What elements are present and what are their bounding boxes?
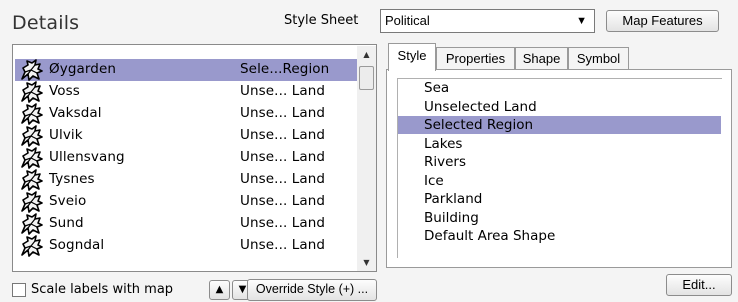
region-name: Øygarden: [49, 61, 117, 77]
scale-labels-checkbox[interactable]: [12, 283, 26, 297]
style-item[interactable]: Ice: [398, 172, 721, 190]
style-item[interactable]: Building: [398, 209, 721, 227]
region-style: Unse... Land: [240, 149, 326, 165]
region-shape-icon: [19, 213, 45, 235]
region-row[interactable]: Sveio Unse... Land: [15, 191, 357, 213]
region-style: Unse... Land: [240, 83, 326, 99]
region-name: Vaksdal: [49, 105, 102, 121]
region-row[interactable]: Tysnes Unse... Land: [15, 169, 357, 191]
style-sheet-label: Style Sheet: [284, 13, 359, 28]
style-item[interactable]: Lakes: [398, 135, 721, 153]
scroll-down-icon[interactable]: ▼: [357, 254, 376, 271]
region-shape-icon: [19, 191, 45, 213]
scroll-up-icon[interactable]: ▲: [357, 46, 376, 63]
style-sheet-value: Political: [385, 13, 430, 28]
move-up-button[interactable]: ▲: [209, 280, 230, 300]
region-style: Unse... Land: [240, 127, 326, 143]
region-row[interactable]: Ulvik Unse... Land: [15, 125, 357, 147]
region-name: Sogndal: [49, 237, 105, 253]
override-style-button[interactable]: Override Style (+) ...: [247, 279, 377, 301]
region-name: Sund: [49, 215, 84, 231]
style-item[interactable]: Sea: [398, 79, 721, 97]
region-name: Ulvik: [49, 127, 83, 143]
style-item[interactable]: Unselected Land: [398, 98, 721, 116]
tab-properties[interactable]: Properties: [436, 47, 515, 70]
region-row[interactable]: Voss Unse... Land: [15, 81, 357, 103]
region-name: Sveio: [49, 193, 87, 209]
panel-title: Details: [12, 12, 80, 34]
style-item[interactable]: Selected Region: [398, 116, 721, 134]
region-row[interactable]: Sogndal Unse... Land: [15, 235, 357, 257]
region-shape-icon: [19, 103, 45, 125]
region-shape-icon: [19, 125, 45, 147]
chevron-down-icon: ▼: [576, 15, 587, 27]
scale-labels-label: Scale labels with map: [31, 282, 174, 297]
tab-shape[interactable]: Shape: [515, 47, 568, 70]
region-shape-icon: [19, 147, 45, 169]
region-shape-icon: [19, 81, 45, 103]
region-style: Unse... Land: [240, 171, 326, 187]
region-name: Voss: [49, 83, 80, 99]
style-item[interactable]: Rivers: [398, 153, 721, 171]
detail-tabs: Style Properties Shape Symbol: [386, 43, 736, 71]
style-item[interactable]: Parkland: [398, 190, 721, 208]
region-style: Sele...Region: [240, 61, 330, 77]
details-panel: Details Style Sheet Political ▼ Map Feat…: [0, 0, 738, 302]
region-row[interactable]: Ullensvang Unse... Land: [15, 147, 357, 169]
region-name: Tysnes: [49, 171, 95, 187]
region-style: Unse... Land: [240, 215, 326, 231]
style-list[interactable]: Sea Unselected Land Selected Region Lakes Ri…: [397, 78, 722, 258]
region-style: Unse... Land: [240, 105, 326, 121]
style-tab-panel: Sea Unselected Land Selected Region Lakes Ri…: [386, 69, 732, 268]
region-shape-icon: [19, 59, 45, 81]
region-list[interactable]: Øygarden Sele...Region Voss Unse... Land Vak…: [12, 44, 377, 272]
region-list-scrollbar[interactable]: ▲ ▼: [357, 46, 376, 271]
region-shape-icon: [19, 169, 45, 191]
tab-style[interactable]: Style: [388, 43, 436, 71]
region-name: Ullensvang: [49, 149, 125, 165]
region-shape-icon: [19, 235, 45, 257]
tab-symbol[interactable]: Symbol: [568, 47, 629, 70]
style-sheet-select[interactable]: Political ▼: [380, 9, 595, 33]
map-features-button[interactable]: Map Features: [606, 10, 719, 32]
region-row[interactable]: Vaksdal Unse... Land: [15, 103, 357, 125]
region-row[interactable]: Øygarden Sele...Region: [15, 59, 357, 81]
edit-button[interactable]: Edit...: [666, 274, 732, 296]
region-row[interactable]: Sund Unse... Land: [15, 213, 357, 235]
region-style: Unse... Land: [240, 237, 326, 253]
style-item[interactable]: Default Area Shape: [398, 227, 721, 245]
region-style: Unse... Land: [240, 193, 326, 209]
scroll-thumb[interactable]: [359, 66, 374, 90]
